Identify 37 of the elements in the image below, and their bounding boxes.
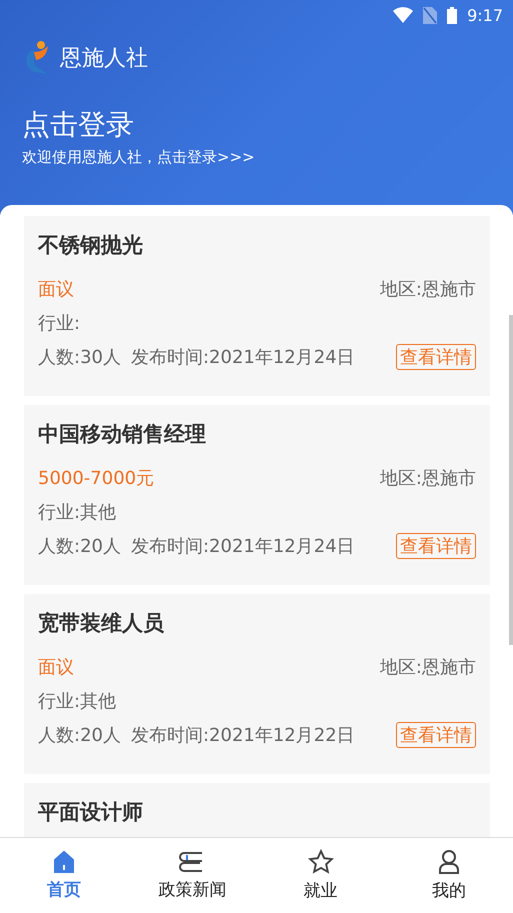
job-title: 不锈钢抛光 xyxy=(38,232,144,259)
app-name: 恩施人社 xyxy=(60,45,148,73)
job-headcount: 人数:20人 xyxy=(38,535,121,558)
home-icon xyxy=(52,850,76,874)
job-title: 宽带装维人员 xyxy=(38,610,165,637)
nav-tab[interactable]: 政策新闻 xyxy=(128,838,256,913)
job-publish-date: 发布时间:2021年12月24日 xyxy=(130,535,355,558)
nav-tab[interactable]: 我的 xyxy=(384,838,513,913)
job-headcount: 人数:20人 xyxy=(38,724,121,747)
job-industry: 行业: xyxy=(38,312,80,335)
status-time: 9:17 xyxy=(467,6,503,24)
job-region: 地区:恩施市 xyxy=(380,278,476,301)
wifi-icon xyxy=(393,7,414,23)
job-card[interactable]: 中国移动销售经理 5000-7000元 地区:恩施市 行业:其他 人数:20人 发布时间:2021年12月24日 查看详情 xyxy=(24,405,490,585)
star-icon xyxy=(308,849,334,875)
job-salary: 面议 xyxy=(38,278,74,301)
job-card[interactable]: 不锈钢抛光 面议 地区:恩施市 行业: 人数:30人 发布时间:2021年12月24日 查看详情 xyxy=(24,216,490,396)
job-title: 中国移动销售经理 xyxy=(38,421,207,448)
job-region: 地区:恩施市 xyxy=(380,656,476,679)
job-headcount: 人数:30人 xyxy=(38,346,121,369)
job-title: 平面设计师 xyxy=(38,799,144,826)
job-industry: 行业:其他 xyxy=(38,690,116,713)
login-subtitle[interactable]: 欢迎使用恩施人社，点击登录>>> xyxy=(22,148,491,167)
job-publish-date: 发布时间:2021年12月24日 xyxy=(130,346,355,369)
person-icon xyxy=(436,849,461,875)
job-card[interactable]: 宽带装维人员 面议 地区:恩施市 行业:其他 人数:20人 发布时间:2021年12月22日 查看详情 xyxy=(24,594,490,774)
job-industry: 行业:其他 xyxy=(38,501,116,524)
job-salary: 面议 xyxy=(38,656,74,679)
job-card[interactable]: 平面设计师 xyxy=(24,783,490,837)
nav-tab[interactable]: 首页 xyxy=(0,838,128,913)
no-sim-icon xyxy=(423,6,438,24)
job-region: 地区:恩施市 xyxy=(380,467,476,490)
job-publish-date: 发布时间:2021年12月22日 xyxy=(130,724,355,747)
login-title[interactable]: 点击登录 xyxy=(22,106,491,144)
nav-tab[interactable]: 就业 xyxy=(256,838,385,913)
battery-icon xyxy=(447,6,458,24)
job-salary: 5000-7000元 xyxy=(38,467,154,490)
